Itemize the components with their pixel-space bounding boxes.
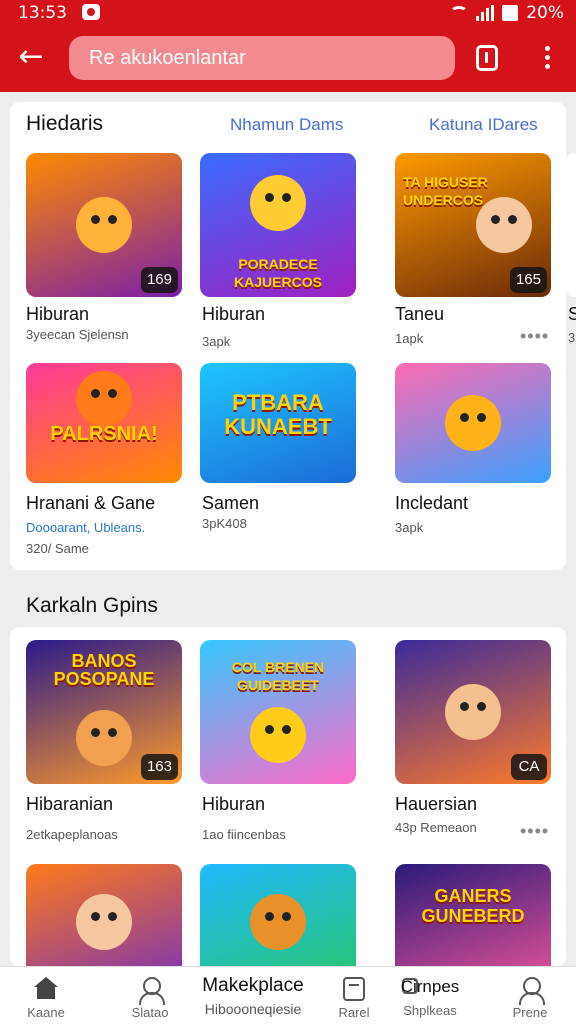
game-tile[interactable]: TA HIGUSER UNDERCOS 165 xyxy=(395,153,551,297)
home-icon xyxy=(34,977,58,999)
count-badge: 169 xyxy=(140,267,178,293)
game-subtitle: 1apk xyxy=(395,331,424,346)
game-art-title: GANERS GUNEBERD xyxy=(421,886,525,926)
game-tile[interactable]: GANERS GUNEBERD xyxy=(395,864,551,967)
game-subtitle: 3apk xyxy=(202,334,231,349)
nav-marketplace[interactable]: Makekplace xyxy=(190,975,316,997)
count-badge: 163 xyxy=(140,754,178,780)
nav-rarel[interactable]: Rarel xyxy=(314,967,394,1024)
character-art xyxy=(76,371,132,427)
app-bar: ← Re akukoenlantar xyxy=(0,26,576,92)
game-name: Hauersian xyxy=(395,794,478,814)
character-art xyxy=(76,197,132,253)
back-arrow-icon[interactable]: ← xyxy=(14,42,48,76)
game-subtitle: 2etkapeplanoas xyxy=(26,827,118,842)
game-art-title: PTBARA KUNAEBT xyxy=(224,390,332,439)
game-name: Incledant xyxy=(395,493,469,513)
featured-section-card: Hiedaris Nhamun Dams Katuna IDares C 169… xyxy=(10,102,566,570)
game-tile[interactable]: 169 xyxy=(26,153,182,297)
character-art xyxy=(250,893,306,950)
notification-icon xyxy=(82,4,100,20)
game-subtitle: 3apk xyxy=(395,520,424,535)
nav-home[interactable]: Kaane xyxy=(6,967,86,1024)
nav-home-label: Kaane xyxy=(27,1005,65,1020)
game-tile[interactable]: PALRSNIA! xyxy=(26,363,182,483)
tab-link-2[interactable]: Katuna IDares xyxy=(429,115,538,135)
game-art-title: PORADECE KAJUERCOS xyxy=(234,256,322,290)
game-tile[interactable]: COL BRENEN GUIDEBEET xyxy=(200,640,356,784)
game-tile[interactable]: BANOS POSOPANE 163 xyxy=(26,640,182,784)
search-input[interactable]: Re akukoenlantar xyxy=(69,36,455,80)
battery-icon xyxy=(502,5,519,21)
count-badge: 165 xyxy=(509,267,547,293)
next-tile-peek[interactable] xyxy=(566,153,576,297)
game-tile[interactable] xyxy=(395,363,551,483)
section-title: Hiedaris xyxy=(26,112,104,135)
nav-games-sub: Shplkeas xyxy=(403,1003,457,1018)
bottom-nav: Kaane Slatao Makekplace Hiboooneqiesie R… xyxy=(0,966,576,1024)
game-tile[interactable]: PTBARA KUNAEBT xyxy=(200,363,356,483)
signal-icon xyxy=(476,5,495,21)
wifi-icon xyxy=(450,6,469,20)
game-tile[interactable]: CA xyxy=(395,640,551,784)
character-art xyxy=(76,893,132,950)
more-dots-icon[interactable]: •••• xyxy=(520,326,549,347)
game-subtitle: 3yeecan Sjelensn xyxy=(26,327,129,342)
game-tile[interactable]: PORADECE KAJUERCOS xyxy=(200,153,356,297)
tab-link-1[interactable]: Nhamun Dams xyxy=(230,115,343,135)
game-subtitle-2: 320/ Same xyxy=(26,541,89,556)
character-art xyxy=(476,197,533,253)
game-name: Hranani & Gane xyxy=(26,493,156,513)
nav-profile-label: Slatao xyxy=(131,1005,169,1020)
more-menu-icon[interactable] xyxy=(540,46,554,72)
game-name: Hibaranian xyxy=(26,794,114,814)
game-art-title: COL BRENEN GUIDEBEET xyxy=(231,659,325,693)
game-name: Taneu xyxy=(395,304,445,324)
game-name: Hiburan xyxy=(202,794,266,814)
game-name: Hiburan xyxy=(202,304,266,324)
game-tile[interactable] xyxy=(26,864,182,967)
game-subtitle: Doooarant, Ubleans. xyxy=(26,520,146,535)
nav-marketplace-sub: Hiboooneqiesie xyxy=(204,1001,302,1017)
character-art xyxy=(250,707,306,764)
nav-prene-label: Prene xyxy=(512,1005,548,1020)
bag-icon xyxy=(343,977,365,1001)
nav-games[interactable]: Cirnpes xyxy=(390,977,470,997)
status-time: 13:53 xyxy=(18,3,67,23)
game-name: Hiburan xyxy=(26,304,90,324)
game-subtitle: 43p Remeaon xyxy=(395,820,477,835)
peek-name: S xyxy=(568,304,576,324)
account-icon xyxy=(518,977,545,1005)
character-art xyxy=(445,395,501,451)
game-art-title: BANOS POSOPANE xyxy=(53,651,155,689)
game-subtitle: 1ao fiincenbas xyxy=(202,827,286,842)
game-name: Samen xyxy=(202,493,260,513)
user-icon xyxy=(138,977,165,1005)
game-subtitle: 3pK408 xyxy=(202,516,247,531)
popular-section-card: BANOS POSOPANE 163 Hibaranian 2etkapepla… xyxy=(10,627,566,967)
nav-rarel-label: Rarel xyxy=(338,1005,370,1020)
nav-profile[interactable]: Slatao xyxy=(110,967,190,1024)
status-bar: 13:53 20% xyxy=(0,0,576,26)
peek-subtitle: 3 xyxy=(568,330,576,345)
game-tile[interactable] xyxy=(200,864,356,967)
game-art-title: PALRSNIA! xyxy=(50,423,158,445)
more-dots-icon[interactable]: •••• xyxy=(520,821,549,842)
battery-percent: 20% xyxy=(526,3,564,23)
count-badge: CA xyxy=(511,754,547,780)
character-art xyxy=(250,175,306,232)
character-art xyxy=(76,709,132,766)
section-title: Karkaln Gpins xyxy=(26,594,158,617)
nav-prene[interactable]: Prene xyxy=(490,967,570,1024)
bookmark-icon[interactable] xyxy=(476,45,498,71)
character-art xyxy=(445,684,501,740)
